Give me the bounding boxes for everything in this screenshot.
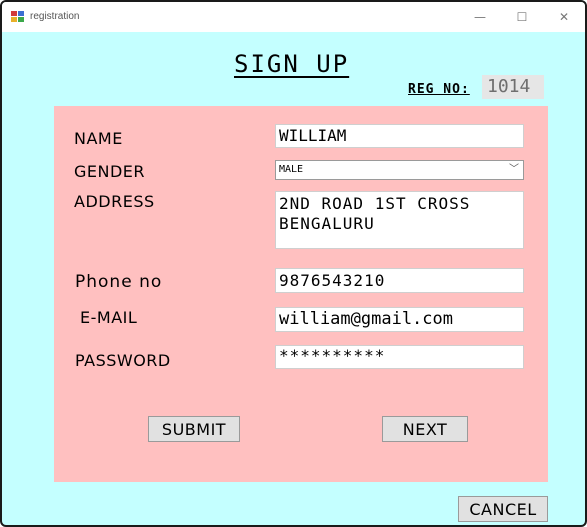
submit-button[interactable]: SUBMIT [148, 416, 240, 442]
phone-input[interactable]: 9876543210 [275, 268, 524, 293]
address-label: ADDRESS [74, 192, 155, 211]
address-line-1: 2ND ROAD 1ST CROSS [279, 194, 471, 213]
close-button[interactable]: ✕ [544, 6, 584, 28]
phone-label: Phone no [75, 272, 163, 292]
title-bar: registration — ☐ ✕ [2, 2, 585, 32]
minimize-button[interactable]: — [460, 6, 500, 28]
name-label: NAME [74, 129, 123, 148]
minimize-icon: — [474, 10, 486, 24]
window-title: registration [30, 11, 80, 22]
next-button[interactable]: NEXT [382, 416, 468, 442]
password-label: PASSWORD [75, 351, 171, 370]
maximize-button[interactable]: ☐ [502, 6, 542, 28]
page-title: SIGN UP [234, 50, 350, 78]
email-input[interactable]: william@gmail.com [275, 307, 524, 332]
address-textarea[interactable]: 2ND ROAD 1ST CROSS BENGALURU [275, 191, 524, 249]
registration-window: registration — ☐ ✕ SIGN UP REG NO: 1014 … [0, 0, 587, 527]
gender-select[interactable]: MALE ﹀ [275, 160, 524, 180]
app-icon [11, 11, 25, 23]
gender-label: GENDER [74, 162, 146, 181]
cancel-button[interactable]: CANCEL [458, 496, 548, 522]
email-label: E-MAIL [80, 308, 138, 327]
name-input[interactable]: WILLIAM [275, 124, 524, 148]
reg-no-label: REG NO: [408, 82, 470, 97]
gender-selected-value: MALE [279, 164, 304, 175]
close-icon: ✕ [558, 10, 570, 24]
maximize-icon: ☐ [516, 10, 528, 24]
password-input[interactable]: ********** [275, 345, 524, 369]
chevron-down-icon[interactable]: ﹀ [509, 161, 519, 179]
reg-no-field[interactable]: 1014 [482, 75, 544, 99]
address-line-2: BENGALURU [279, 214, 375, 233]
